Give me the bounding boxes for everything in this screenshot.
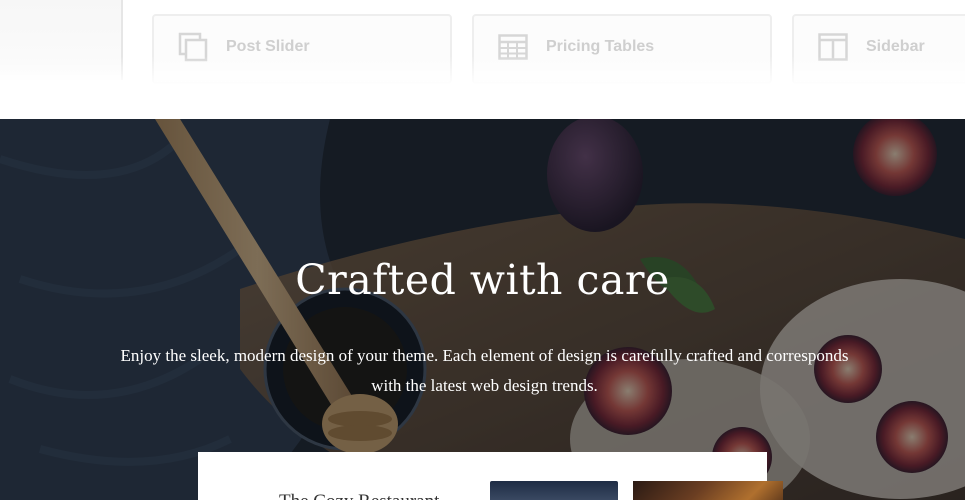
feature-card-post-slider[interactable]: Post Slider	[152, 14, 452, 84]
hero-description: Enjoy the sleek, modern design of your t…	[120, 346, 849, 395]
features-left-panel	[0, 0, 123, 80]
hero-background-image	[0, 119, 965, 500]
restaurant-card: The Cozy Restaurant	[198, 452, 783, 500]
feature-card-sidebar[interactable]: Sidebar	[792, 14, 965, 84]
feature-card-pricing-tables[interactable]: Pricing Tables	[472, 14, 772, 84]
card-title: The Cozy Restaurant	[279, 491, 439, 500]
hero-title: Crafted with care	[295, 256, 670, 304]
copy-icon	[176, 30, 210, 64]
card-thumbnail-image	[633, 481, 783, 500]
hero-section: Crafted with care Enjoy the sleek, moder…	[0, 119, 965, 500]
sidebar-icon	[816, 30, 850, 64]
feature-label: Pricing Tables	[546, 38, 655, 55]
card-thumbnail-image	[490, 481, 618, 500]
features-strip: Post Slider Pricing Tables Sidebar	[0, 0, 965, 119]
feature-label: Sidebar	[866, 38, 925, 55]
feature-label: Post Slider	[226, 38, 310, 55]
table-icon	[496, 30, 530, 64]
